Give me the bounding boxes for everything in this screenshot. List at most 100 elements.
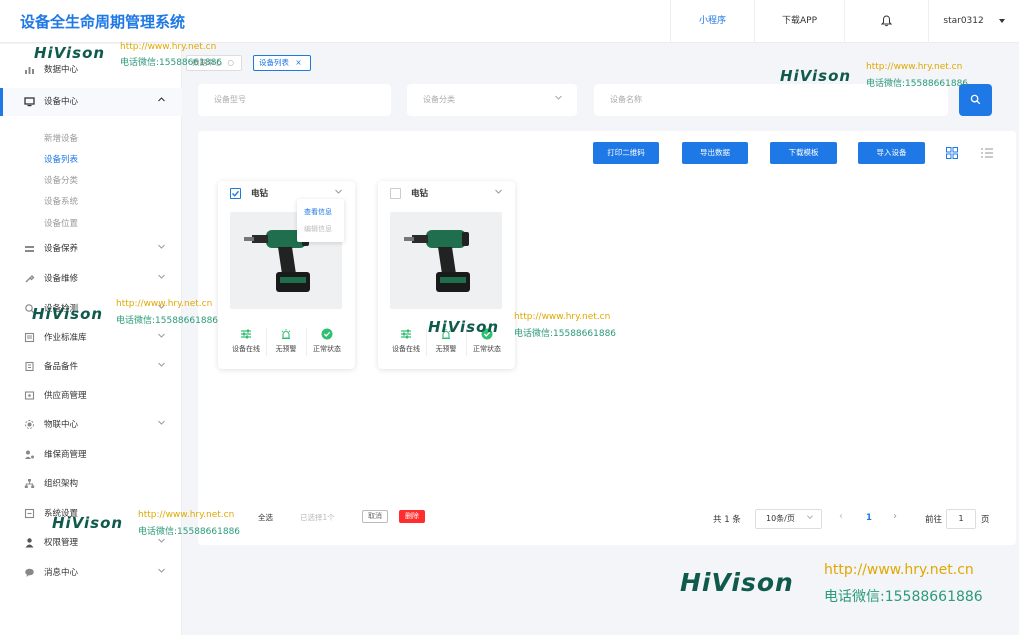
chevron-down-icon <box>157 559 166 587</box>
check-circle-icon <box>321 328 333 340</box>
device-card[interactable]: 电钻 设备在线 无预警 正常状态 <box>378 181 515 369</box>
supplier-icon <box>24 390 35 401</box>
page-suffix: 页 <box>981 515 990 525</box>
tab-label: 设备列表 <box>259 58 289 67</box>
view-info-menu-item[interactable]: 查看信息 <box>304 207 332 217</box>
sidebar-item-label: 物联中心 <box>44 420 79 430</box>
chevron-down-icon <box>157 411 166 439</box>
user-icon <box>24 537 35 548</box>
export-data-button[interactable]: 导出数据 <box>682 142 748 164</box>
list-view-toggle[interactable] <box>981 147 993 162</box>
sidebar-item-label: 设备维修 <box>44 274 79 284</box>
page-size-value: 10条/页 <box>766 514 795 523</box>
user-menu[interactable]: star0312 <box>928 0 1019 43</box>
submenu-add-device[interactable]: 新增设备 <box>44 132 78 144</box>
sidebar-item-iot[interactable]: 物联中心 <box>0 411 182 439</box>
goto-page-input[interactable]: 1 <box>946 509 976 529</box>
card-menu-toggle[interactable] <box>494 187 503 199</box>
delete-button[interactable]: 删除 <box>399 510 425 523</box>
grid-view-toggle[interactable] <box>946 147 958 162</box>
edit-info-menu-item[interactable]: 编辑信息 <box>304 224 332 234</box>
sidebar-item-label: 权限管理 <box>44 538 79 548</box>
watermark-url: http://www.hry.net.cn <box>116 299 213 309</box>
stat-label: 设备在线 <box>232 345 260 353</box>
select-placeholder: 设备分类 <box>423 95 455 104</box>
close-icon[interactable]: × <box>295 58 301 67</box>
watermark-tel: 电话微信:15588661886 <box>120 58 223 68</box>
watermark-url: http://www.hry.net.cn <box>138 510 235 520</box>
watermark-logo: HiVison <box>780 67 852 85</box>
watermark-logo: HiVison <box>34 44 106 62</box>
sidebar-item-label: 供应商管理 <box>44 391 87 401</box>
download-template-button[interactable]: 下载模板 <box>770 142 837 164</box>
chevron-down-icon <box>806 510 814 528</box>
stat-label: 无预警 <box>435 345 457 353</box>
close-icon[interactable]: ○ <box>227 58 234 67</box>
sidebar-item-service-provider[interactable]: 维保商管理 <box>0 441 182 469</box>
sidebar-item-maintenance[interactable]: 设备保养 <box>0 235 182 263</box>
watermark-tel: 电话微信:15588661886 <box>116 316 219 326</box>
stat-label: 正常状态 <box>313 345 341 353</box>
book-icon <box>24 332 35 343</box>
org-icon <box>24 478 35 489</box>
sidebar-item-label: 作业标准库 <box>44 333 87 343</box>
device-category-select[interactable]: 设备分类 <box>407 84 577 116</box>
stat-label: 无预警 <box>275 345 297 353</box>
service-icon <box>24 449 35 460</box>
sidebar-item-supplier[interactable]: 供应商管理 <box>0 382 182 410</box>
watermark-logo: HiVison <box>680 568 794 597</box>
card-dropdown-menu: 查看信息 编辑信息 <box>297 199 344 242</box>
sidebar-item-device-center[interactable]: 设备中心 <box>0 88 182 116</box>
chevron-down-icon <box>335 189 342 194</box>
current-page[interactable]: 1 <box>866 513 872 523</box>
stat-online: 设备在线 <box>386 328 426 354</box>
chevron-down-icon <box>157 235 166 263</box>
sidebar-item-label: 备品备件 <box>44 362 79 372</box>
sidebar-item-repair[interactable]: 设备维修 <box>0 265 182 293</box>
chevron-down-icon <box>495 189 502 194</box>
stat-no-warning: 无预警 <box>266 328 306 354</box>
bell-icon <box>880 14 893 26</box>
watermark-tel: 电话微信:15588661886 <box>824 589 983 605</box>
select-all-button[interactable]: 全选 <box>258 512 273 523</box>
sidebar-item-organization[interactable]: 组织架构 <box>0 470 182 498</box>
card-checkbox[interactable] <box>390 188 401 199</box>
sidebar-item-messages[interactable]: 消息中心 <box>0 559 182 587</box>
cancel-button[interactable]: 取消 <box>362 510 388 523</box>
top-header: 设备全生命周期管理系统 小程序 下载APP star0312 <box>0 0 1019 43</box>
sidebar-item-label: 设备中心 <box>44 97 79 107</box>
selected-count: 已选择1个 <box>300 513 335 522</box>
submenu-device-list[interactable]: 设备列表 <box>44 153 78 165</box>
submenu-device-system[interactable]: 设备系统 <box>44 195 78 207</box>
tab-device-list[interactable]: 设备列表 × <box>253 55 311 71</box>
card-title: 电钻 <box>251 189 269 199</box>
device-model-input[interactable]: 设备型号 <box>198 84 391 116</box>
submenu-device-category[interactable]: 设备分类 <box>44 174 78 186</box>
card-checkbox[interactable] <box>230 188 241 199</box>
mini-program-link[interactable]: 小程序 <box>670 0 754 43</box>
watermark-url: http://www.hry.net.cn <box>120 42 217 52</box>
repair-icon <box>24 273 35 284</box>
stat-label: 设备在线 <box>392 345 420 353</box>
watermark-url: http://www.hry.net.cn <box>514 312 611 322</box>
card-menu-toggle[interactable] <box>334 187 343 199</box>
search-icon <box>970 94 981 105</box>
notification-button[interactable] <box>844 0 928 43</box>
maintain-icon <box>24 243 35 254</box>
username: star0312 <box>943 16 984 26</box>
next-page-button[interactable]: › <box>893 511 897 522</box>
download-app-link[interactable]: 下载APP <box>754 0 844 43</box>
page-size-select[interactable]: 10条/页 <box>755 509 822 529</box>
print-qrcode-button[interactable]: 打印二维码 <box>593 142 659 164</box>
app-title: 设备全生命周期管理系统 <box>20 13 186 31</box>
watermark-logo: HiVison <box>428 318 500 336</box>
prev-page-button[interactable]: ‹ <box>839 511 843 522</box>
sidebar-item-standards[interactable]: 作业标准库 <box>0 324 182 352</box>
import-device-button[interactable]: 导入设备 <box>858 142 925 164</box>
list-icon <box>981 148 993 158</box>
sidebar-item-spare-parts[interactable]: 备品备件 <box>0 353 182 381</box>
sidebar-item-label: 数据中心 <box>44 65 79 75</box>
message-icon <box>24 567 35 578</box>
watermark-url: http://www.hry.net.cn <box>866 62 963 72</box>
submenu-device-location[interactable]: 设备位置 <box>44 217 78 229</box>
